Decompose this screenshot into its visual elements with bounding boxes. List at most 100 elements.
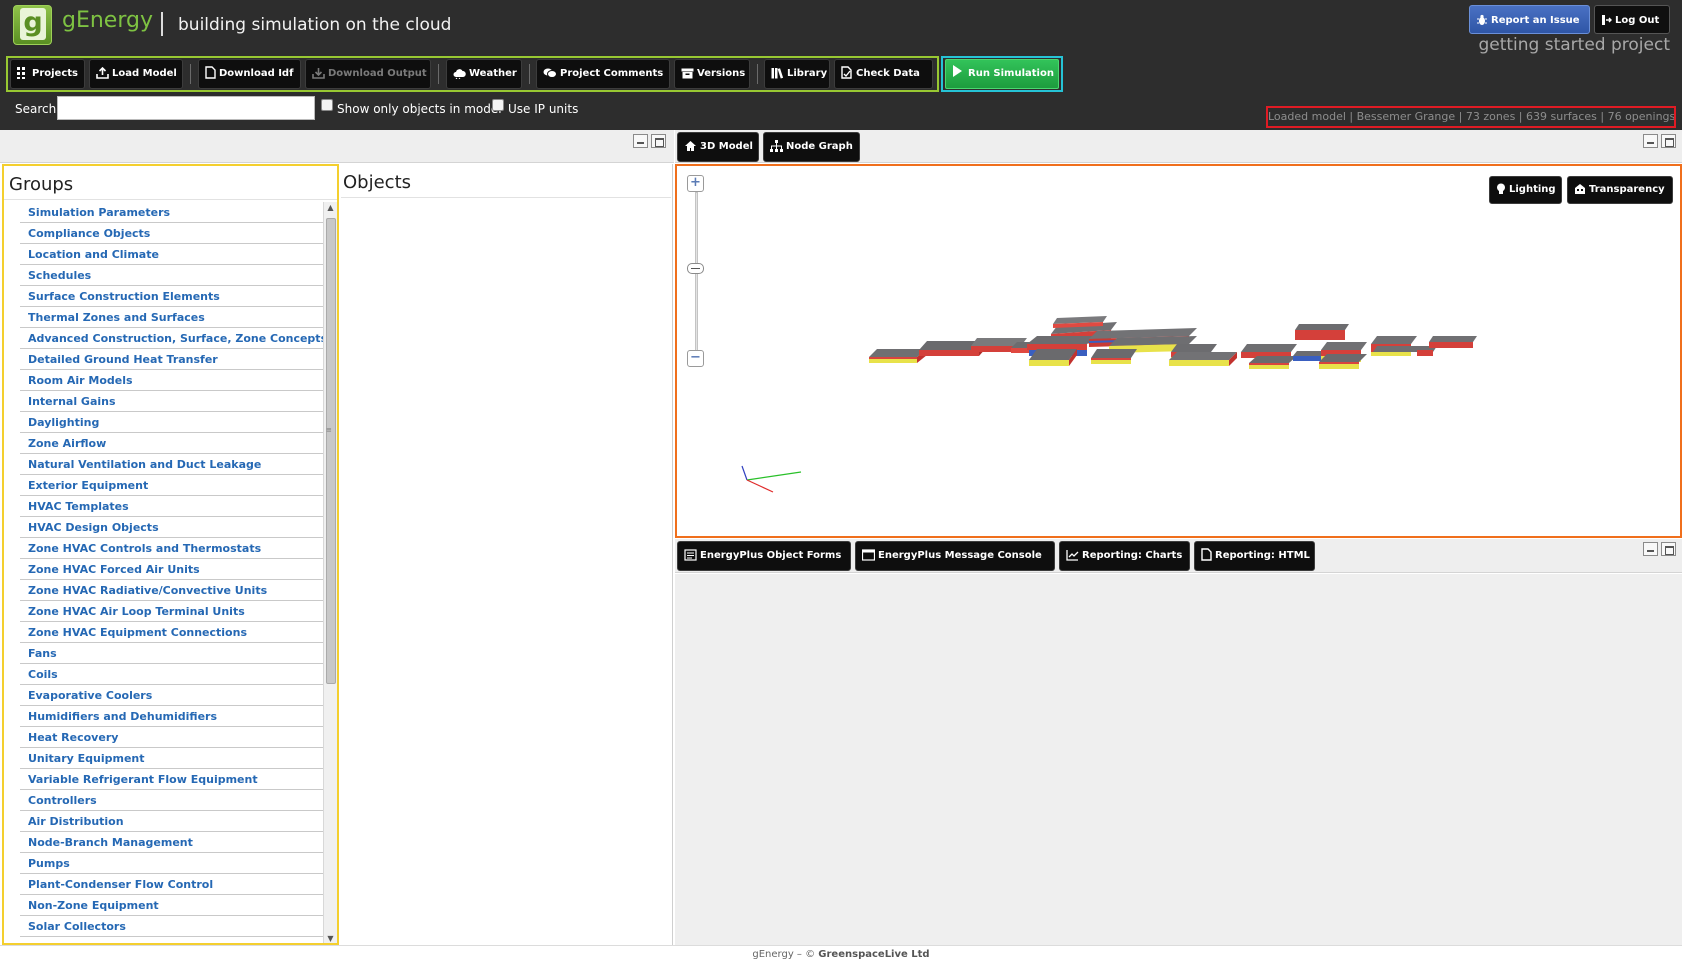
- group-item[interactable]: HVAC Templates: [20, 496, 325, 517]
- group-item[interactable]: Plant Heating and Cooling Equipment: [20, 937, 325, 943]
- report-issue-button[interactable]: Report an Issue: [1469, 5, 1590, 34]
- download-idf-label: Download Idf: [219, 68, 294, 79]
- maximize-icon[interactable]: [1661, 134, 1676, 148]
- minimize-icon[interactable]: [1643, 542, 1658, 556]
- lighting-button[interactable]: Lighting: [1489, 176, 1562, 204]
- group-item[interactable]: Fans: [20, 643, 325, 664]
- tab-reporting-html[interactable]: Reporting: HTML: [1194, 541, 1315, 571]
- projects-button[interactable]: Projects: [10, 59, 85, 89]
- versions-button[interactable]: Versions: [674, 59, 750, 89]
- building-block: [1169, 352, 1237, 366]
- group-item[interactable]: Evaporative Coolers: [20, 685, 325, 706]
- use-ip-units-checkbox[interactable]: [492, 99, 504, 111]
- play-icon: [953, 65, 962, 77]
- group-item[interactable]: Node-Branch Management: [20, 832, 325, 853]
- tab-3d-model-label: 3D Model: [700, 141, 753, 152]
- objects-title: Objects: [343, 172, 412, 193]
- run-simulation-button[interactable]: Run Simulation: [945, 59, 1059, 89]
- download-output-button[interactable]: Download Output: [305, 59, 431, 89]
- group-item[interactable]: Thermal Zones and Surfaces: [20, 307, 325, 328]
- search-input[interactable]: [57, 96, 315, 120]
- group-item[interactable]: Zone HVAC Radiative/Convective Units: [20, 580, 325, 601]
- project-comments-button[interactable]: Project Comments: [536, 59, 670, 89]
- group-item[interactable]: Variable Refrigerant Flow Equipment: [20, 769, 325, 790]
- building-block: [1295, 324, 1349, 340]
- load-model-button[interactable]: Load Model: [89, 59, 183, 89]
- group-item[interactable]: Non-Zone Equipment: [20, 895, 325, 916]
- zoom-slider-handle[interactable]: [687, 263, 704, 274]
- upload-icon: [96, 66, 109, 79]
- group-item[interactable]: Detailed Ground Heat Transfer: [20, 349, 325, 370]
- group-item[interactable]: Location and Climate: [20, 244, 325, 265]
- group-item[interactable]: Schedules: [20, 265, 325, 286]
- scroll-up-icon[interactable]: ▲: [324, 202, 337, 214]
- group-item[interactable]: Zone HVAC Air Loop Terminal Units: [20, 601, 325, 622]
- group-item[interactable]: Plant-Condenser Flow Control: [20, 874, 325, 895]
- building-model: [869, 316, 1477, 369]
- logout-button[interactable]: Log Out: [1594, 5, 1670, 34]
- network-icon: [770, 140, 783, 152]
- library-label: Library: [787, 68, 828, 79]
- zoom-in-icon[interactable]: +: [687, 175, 704, 192]
- group-item[interactable]: Heat Recovery: [20, 727, 325, 748]
- brand-name: gEnergy: [62, 8, 153, 33]
- group-item[interactable]: Surface Construction Elements: [20, 286, 325, 307]
- building-block: [1091, 349, 1137, 364]
- footer: gEnergy – © GreenspaceLive Ltd: [0, 945, 1682, 964]
- group-item[interactable]: Room Air Models: [20, 370, 325, 391]
- project-comments-label: Project Comments: [560, 68, 664, 79]
- maximize-icon[interactable]: [651, 134, 666, 148]
- group-list: Simulation Parameters Compliance Objects…: [20, 202, 325, 943]
- minimize-icon[interactable]: [1643, 134, 1658, 148]
- toolbar-divider: [190, 64, 191, 84]
- groups-scrollbar[interactable]: ▲ ≡ ▼: [323, 202, 337, 943]
- 3d-model-viewer[interactable]: + − Lighting Transparency: [675, 164, 1682, 538]
- group-item[interactable]: Unitary Equipment: [20, 748, 325, 769]
- group-item[interactable]: Internal Gains: [20, 391, 325, 412]
- left-panel-bar: [0, 130, 674, 163]
- group-item[interactable]: Controllers: [20, 790, 325, 811]
- project-name: getting started project: [1478, 35, 1670, 55]
- report-issue-label: Report an Issue: [1491, 15, 1580, 26]
- group-item[interactable]: HVAC Design Objects: [20, 517, 325, 538]
- tab-reporting-charts[interactable]: Reporting: Charts: [1059, 541, 1190, 571]
- tab-energyplus-object-forms[interactable]: EnergyPlus Object Forms: [677, 541, 851, 571]
- tab-energyplus-message-console[interactable]: EnergyPlus Message Console: [855, 541, 1055, 571]
- transparency-button[interactable]: Transparency: [1567, 176, 1673, 204]
- group-item[interactable]: Daylighting: [20, 412, 325, 433]
- objects-panel: Objects: [341, 164, 673, 945]
- group-item[interactable]: Humidifiers and Dehumidifiers: [20, 706, 325, 727]
- weather-button[interactable]: Weather: [446, 59, 522, 89]
- zoom-rail[interactable]: [695, 192, 698, 362]
- tab-3d-model[interactable]: 3D Model: [677, 132, 759, 162]
- weather-label: Weather: [469, 68, 517, 79]
- building-block: [1029, 349, 1077, 366]
- group-item[interactable]: Natural Ventilation and Duct Leakage: [20, 454, 325, 475]
- check-data-button[interactable]: Check Data: [834, 59, 933, 89]
- show-only-in-model-checkbox[interactable]: [321, 99, 333, 111]
- library-button[interactable]: Library: [764, 59, 830, 89]
- group-item[interactable]: Zone HVAC Controls and Thermostats: [20, 538, 325, 559]
- tab-node-graph[interactable]: Node Graph: [763, 132, 860, 162]
- group-item[interactable]: Zone Airflow: [20, 433, 325, 454]
- group-item[interactable]: Pumps: [20, 853, 325, 874]
- group-item[interactable]: Solar Collectors: [20, 916, 325, 937]
- scroll-down-icon[interactable]: ▼: [324, 933, 337, 943]
- download-output-label: Download Output: [328, 68, 427, 79]
- group-item[interactable]: Zone HVAC Forced Air Units: [20, 559, 325, 580]
- group-item[interactable]: Air Distribution: [20, 811, 325, 832]
- groups-title: Groups: [9, 174, 74, 195]
- group-item[interactable]: Advanced Construction, Surface, Zone Con…: [20, 328, 325, 349]
- scroll-thumb[interactable]: [326, 218, 336, 684]
- group-item[interactable]: Coils: [20, 664, 325, 685]
- download-idf-button[interactable]: Download Idf: [198, 59, 301, 89]
- footer-prefix: gEnergy – ©: [752, 949, 819, 960]
- group-item[interactable]: Zone HVAC Equipment Connections: [20, 622, 325, 643]
- transparency-label: Transparency: [1589, 184, 1665, 195]
- minimize-icon[interactable]: [633, 134, 648, 148]
- group-item[interactable]: Simulation Parameters: [20, 202, 325, 223]
- group-item[interactable]: Compliance Objects: [20, 223, 325, 244]
- group-item[interactable]: Exterior Equipment: [20, 475, 325, 496]
- zoom-out-icon[interactable]: −: [687, 350, 704, 367]
- maximize-icon[interactable]: [1661, 542, 1676, 556]
